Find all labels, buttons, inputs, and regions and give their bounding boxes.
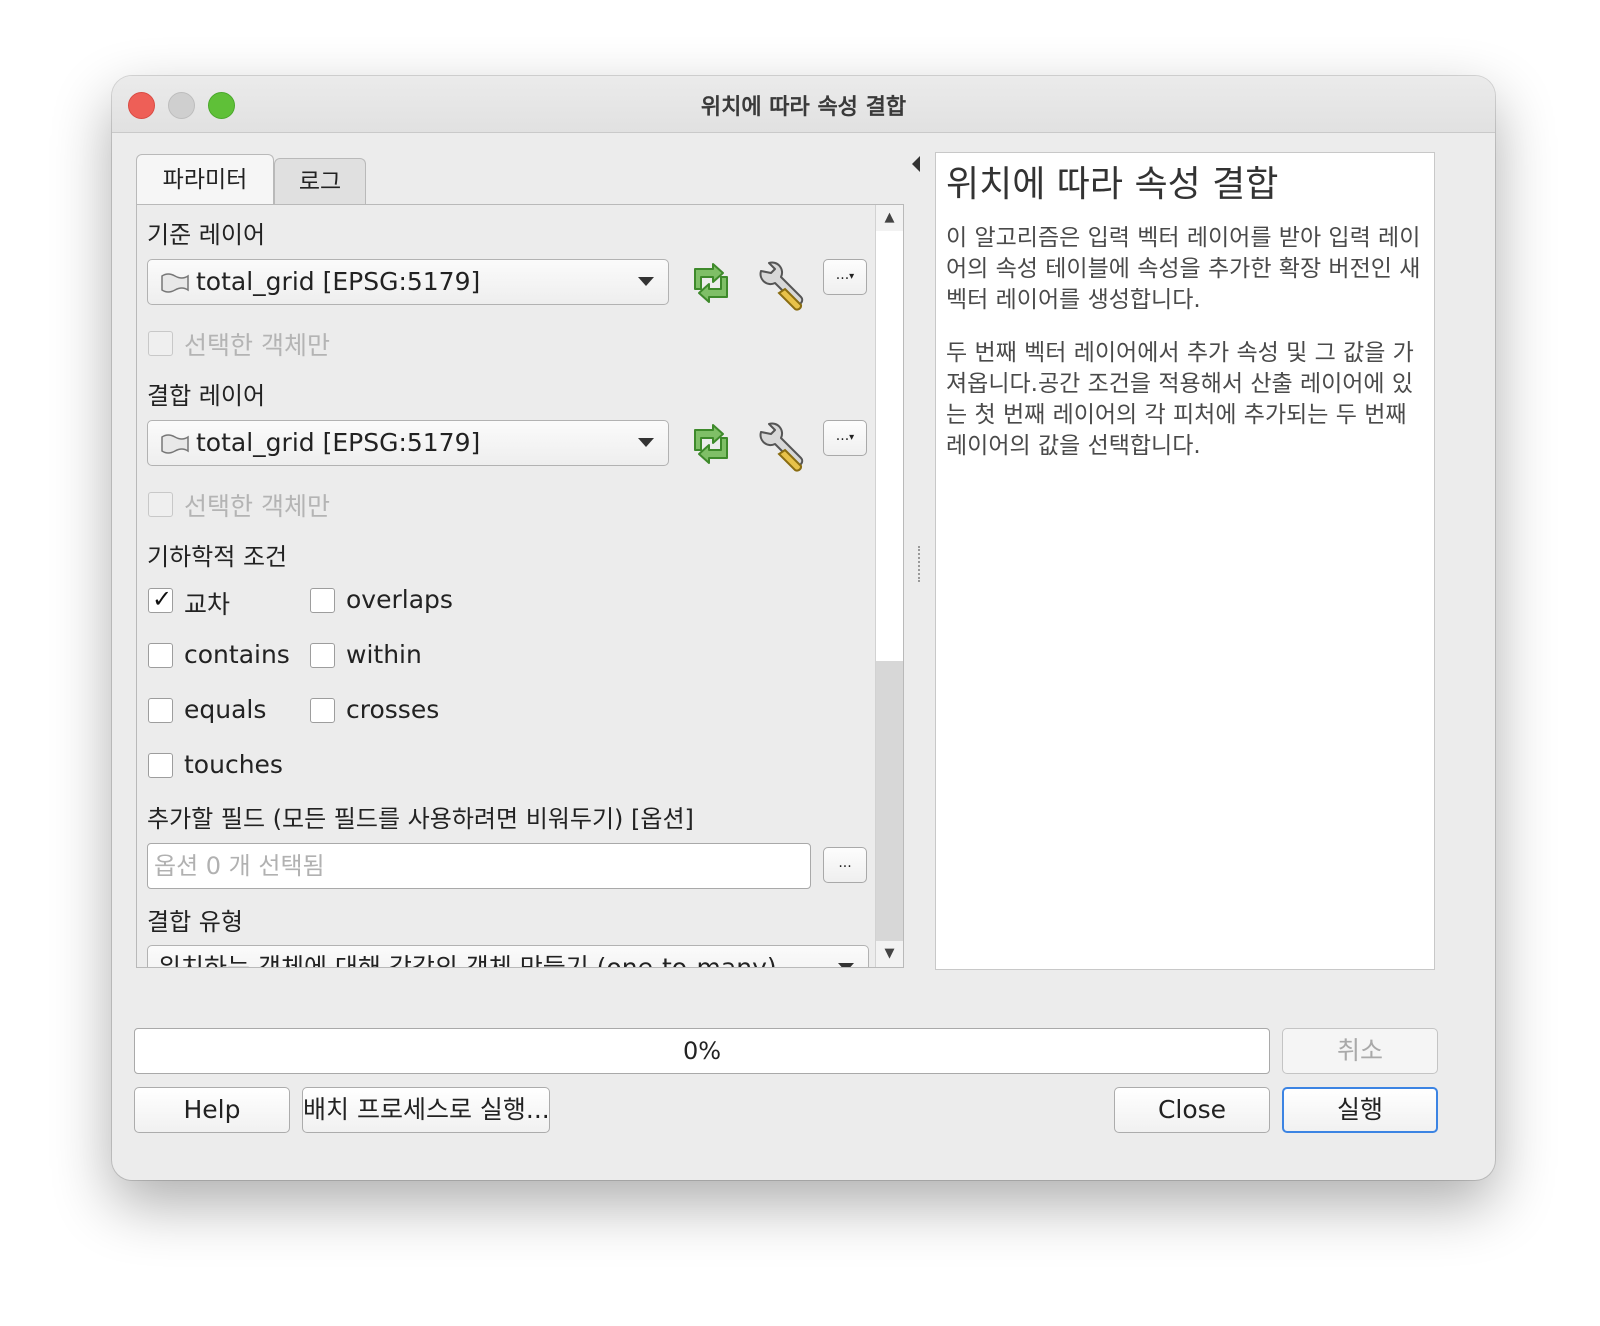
polygon-layer-icon <box>161 434 189 454</box>
chevron-down-icon <box>638 277 654 286</box>
wrench-icon[interactable] <box>755 422 807 472</box>
collapse-help-icon[interactable] <box>912 156 920 172</box>
join-layer-combo[interactable]: total_grid [EPSG:5179] <box>147 420 669 466</box>
window-title: 위치에 따라 속성 결합 <box>700 95 907 120</box>
chevron-down-icon <box>838 963 854 967</box>
fields-to-add-input[interactable]: 옵션 0 개 선택됨 <box>147 843 811 889</box>
input-layer-combo[interactable]: total_grid [EPSG:5179] <box>147 259 669 305</box>
predicate-overlaps-checkbox[interactable] <box>310 588 335 613</box>
progress-bar: 0% <box>134 1028 1270 1074</box>
scroll-down-icon[interactable]: ▼ <box>876 941 903 967</box>
join-type-value: 위치하는 객체에 대해 각각의 객체 만들기 (one-to-many) <box>158 953 777 968</box>
join-layer-label: 결합 레이어 <box>147 382 266 410</box>
cancel-button[interactable]: 취소 <box>1282 1028 1438 1074</box>
predicate-within-checkbox[interactable] <box>310 643 335 668</box>
predicate-touches-label: touches <box>184 750 283 779</box>
predicate-equals-checkbox[interactable] <box>148 698 173 723</box>
scroll-thumb[interactable] <box>876 231 903 662</box>
help-title: 위치에 따라 속성 결합 <box>946 164 1279 205</box>
predicate-crosses-label: crosses <box>346 695 440 724</box>
chevron-down-icon <box>638 438 654 447</box>
help-panel: 위치에 따라 속성 결합 이 알고리즘은 입력 벡터 레이어를 받아 입력 레이… <box>935 152 1435 970</box>
help-button[interactable]: Help <box>134 1087 290 1133</box>
input-selected-only-checkbox[interactable] <box>148 331 173 356</box>
run-button[interactable]: 실행 <box>1282 1087 1438 1133</box>
predicate-touches-checkbox[interactable] <box>148 753 173 778</box>
chevron-down-icon: ▾ <box>849 271 855 282</box>
scroll-up-icon[interactable]: ▲ <box>876 205 903 231</box>
join-type-combo[interactable]: 위치하는 객체에 대해 각각의 객체 만들기 (one-to-many) <box>147 945 869 968</box>
batch-process-button[interactable]: 배치 프로세스로 실행... <box>302 1087 550 1133</box>
input-layer-label: 기준 레이어 <box>147 221 266 249</box>
fields-to-add-button[interactable]: ... <box>823 847 867 883</box>
more-label: ... <box>835 267 850 283</box>
more-label: ... <box>835 428 850 444</box>
parameters-scrollbar[interactable]: ▲ ▼ <box>875 205 903 967</box>
title-bar: 위치에 따라 속성 결합 <box>112 76 1495 133</box>
tab-parameters[interactable]: 파라미터 <box>136 154 274 204</box>
join-selected-only-label: 선택한 객체만 <box>184 492 330 521</box>
fields-to-add-label: 추가할 필드 (모든 필드를 사용하려면 비워두기) [옵션] <box>147 805 694 833</box>
help-paragraph-2: 두 번째 벡터 레이어에서 추가 속성 및 그 값을 가져옵니다.공간 조건을 … <box>946 340 1414 459</box>
predicate-overlaps-label: overlaps <box>346 585 453 614</box>
join-layer-options-button[interactable]: ...▾ <box>823 420 867 456</box>
polygon-layer-icon <box>161 273 189 293</box>
input-selected-only-label: 선택한 객체만 <box>184 331 330 360</box>
tab-log[interactable]: 로그 <box>274 158 366 204</box>
scroll-track[interactable] <box>876 231 903 941</box>
geometric-predicate-label: 기하학적 조건 <box>147 543 288 571</box>
join-type-label: 결합 유형 <box>147 908 243 936</box>
predicate-intersects-label: 교차 <box>184 590 231 619</box>
predicate-within-label: within <box>346 640 422 669</box>
join-selected-only-checkbox[interactable] <box>148 492 173 517</box>
parameters-panel: 기준 레이어 total_grid [EPSG:5179] ...▾ 선택한 객… <box>136 204 904 968</box>
scroll-rest <box>876 661 903 941</box>
checkmark-icon: ✓ <box>152 585 173 613</box>
predicate-equals-label: equals <box>184 695 267 724</box>
join-layer-value: total_grid [EPSG:5179] <box>196 428 481 457</box>
iterate-icon[interactable] <box>687 261 735 305</box>
wrench-icon[interactable] <box>755 261 807 311</box>
predicate-crosses-checkbox[interactable] <box>310 698 335 723</box>
predicate-contains-checkbox[interactable] <box>148 643 173 668</box>
predicate-contains-label: contains <box>184 640 290 669</box>
help-paragraph-1: 이 알고리즘은 입력 벡터 레이어를 받아 입력 레이어의 속성 테이블에 속성… <box>946 225 1421 313</box>
close-button[interactable]: Close <box>1114 1087 1270 1133</box>
input-layer-options-button[interactable]: ...▾ <box>823 259 867 295</box>
iterate-icon[interactable] <box>687 422 735 466</box>
input-layer-value: total_grid [EPSG:5179] <box>196 267 481 296</box>
predicate-intersects-checkbox[interactable]: ✓ <box>148 585 173 613</box>
chevron-down-icon: ▾ <box>849 432 855 443</box>
splitter-handle[interactable] <box>918 546 922 582</box>
dialog-window: 위치에 따라 속성 결합 파라미터 로그 기준 레이어 total_grid [… <box>112 76 1495 1180</box>
